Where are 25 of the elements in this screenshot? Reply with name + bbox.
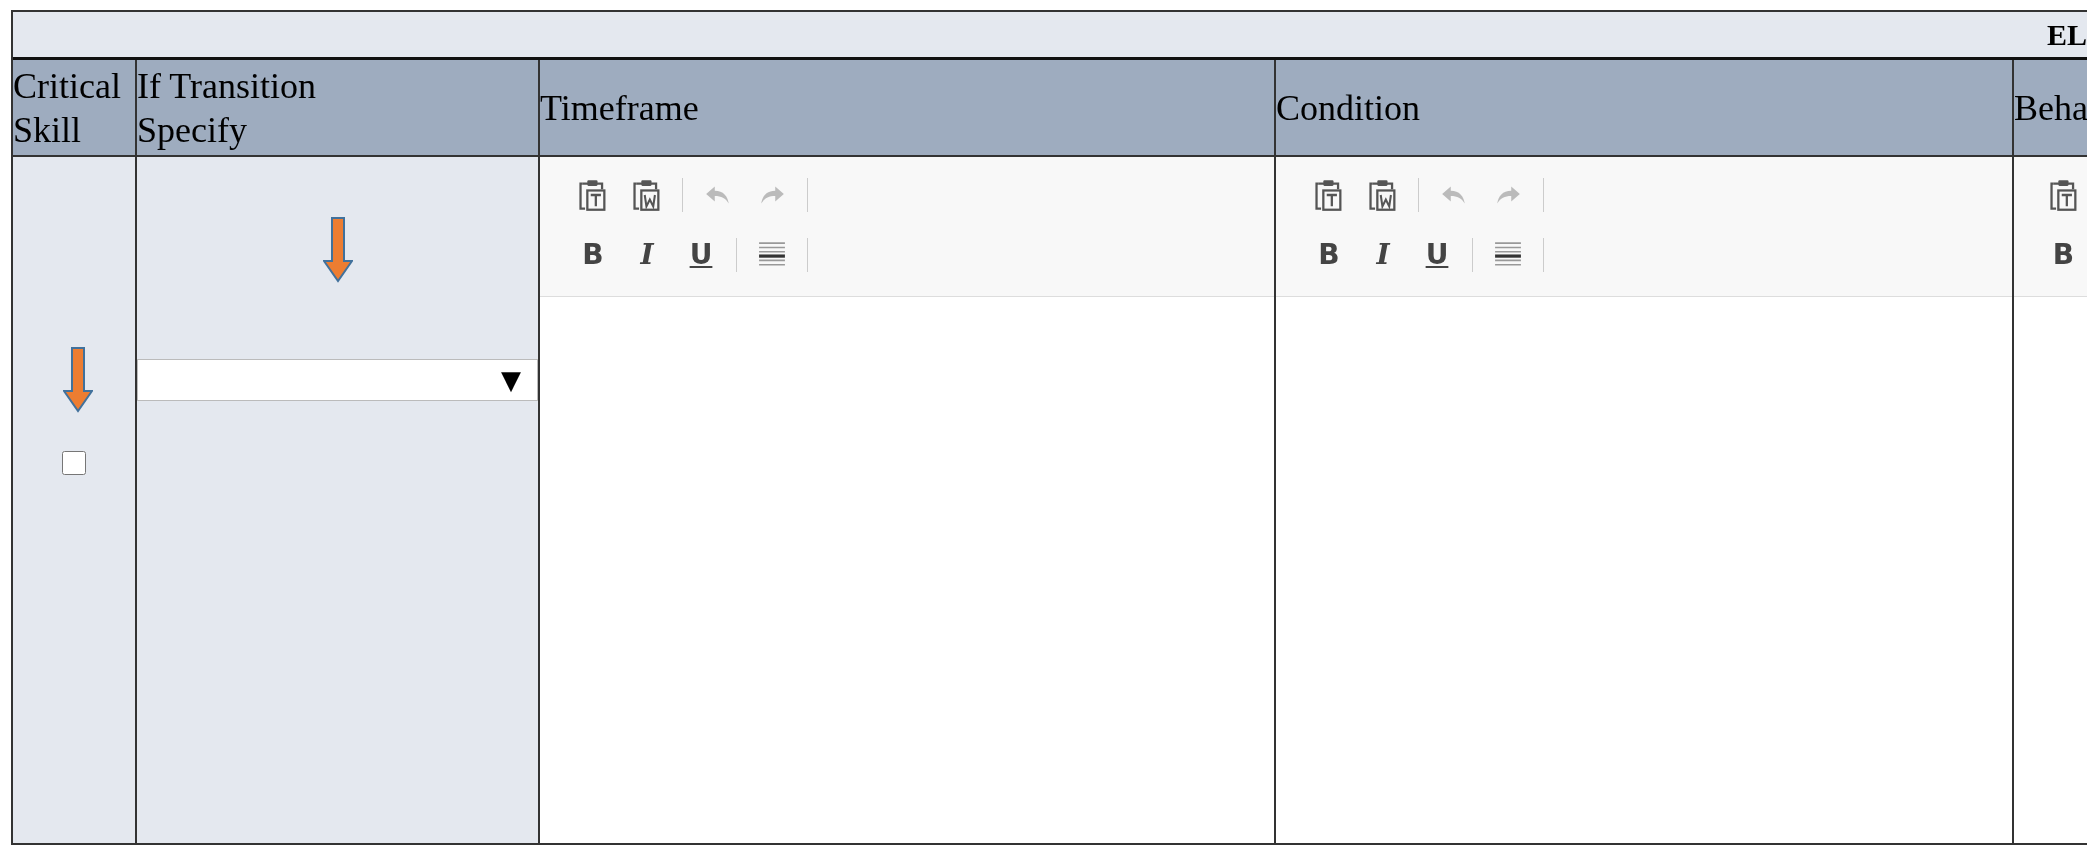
underline-button[interactable]: U [674, 235, 728, 275]
clipboard-text-icon [1314, 178, 1344, 212]
bold-button[interactable]: B [1302, 235, 1356, 275]
bold-button[interactable]: B [566, 235, 620, 275]
column-header: Condition [1276, 86, 1421, 130]
transition-dropdown[interactable]: ▼ [137, 359, 538, 401]
critical-skill-checkbox[interactable] [62, 451, 86, 475]
clipboard-word-icon [632, 178, 662, 212]
down-arrow-icon [322, 217, 353, 283]
italic-button[interactable]: I [1356, 235, 1410, 275]
clipboard-word-icon [1368, 178, 1398, 212]
redo-arrow-icon [758, 184, 786, 206]
horizontal-rule-icon [1494, 241, 1522, 269]
column-header: Critical Skill [13, 64, 122, 152]
italic-button[interactable]: I [620, 235, 674, 275]
horizontal-rule-icon [758, 241, 786, 269]
column-header: Timeframe [540, 86, 699, 130]
column-header: If Transition Specify [137, 64, 317, 152]
table-title: EL [2046, 19, 2087, 50]
column-header: Beha [2014, 86, 2087, 130]
bold-button[interactable]: B [2040, 235, 2087, 275]
clipboard-text-icon [578, 178, 608, 212]
underline-button[interactable]: U [1410, 235, 1464, 275]
down-arrow-icon [63, 347, 93, 413]
clipboard-text-icon [2048, 178, 2079, 212]
